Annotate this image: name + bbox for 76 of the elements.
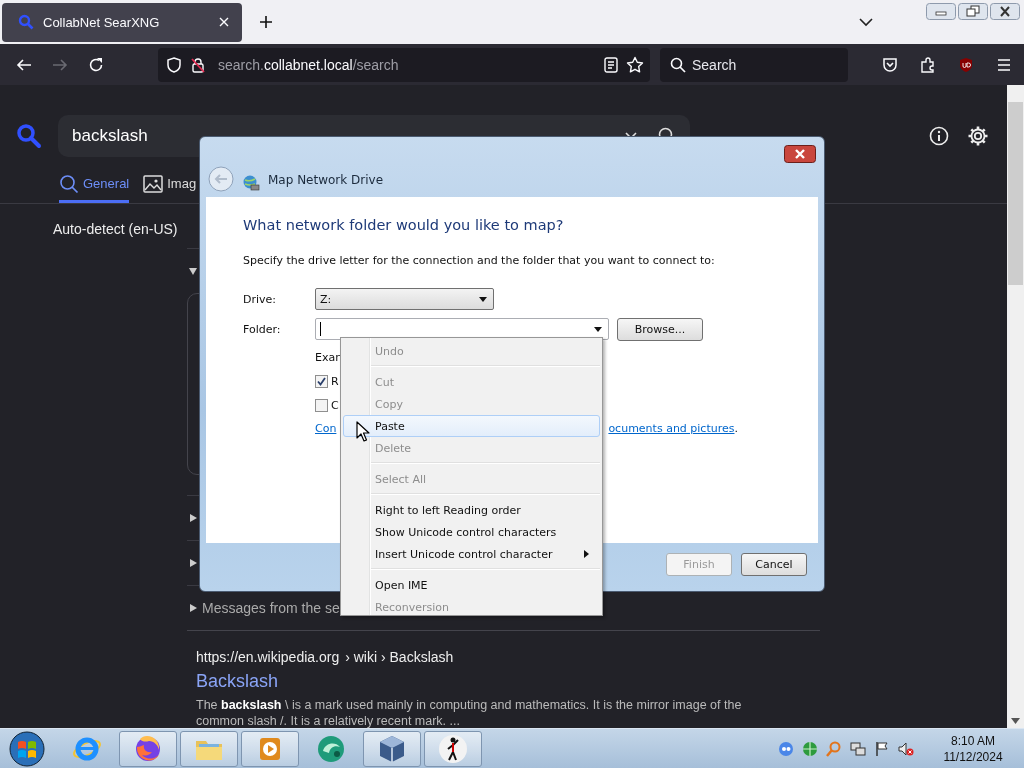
reader-view-icon[interactable] [604,56,618,73]
scrollbar[interactable] [1007,85,1024,728]
shield-badge-icon[interactable] [958,56,974,73]
tab-title: CollabNet SearXNG [43,14,161,30]
menu-item[interactable]: Insert Unicode control character [343,543,600,565]
menu-icon[interactable] [996,56,1012,73]
scroll-down-arrow-icon[interactable] [1011,718,1020,724]
instruction-text: Specify the drive letter for the connection and the folder that you want to connect to: [243,254,716,267]
result-title[interactable]: Backslash [196,671,820,692]
clock-date[interactable]: 11/12/2024 [930,748,1016,765]
section-title[interactable]: Messages from the se [202,600,340,616]
result-url[interactable]: https://en.wikipedia.org [196,649,340,665]
scrollbar-thumb[interactable] [1008,102,1023,285]
chevron-down-icon[interactable] [859,17,873,27]
link[interactable]: Con [315,422,337,435]
search-logo-icon[interactable] [16,123,42,149]
close-icon[interactable] [784,145,816,163]
caret-icon [479,296,487,302]
start-orb-icon[interactable] [8,729,46,768]
dialog-title: Map Network Drive [268,173,384,187]
star-icon[interactable] [626,55,644,74]
triangle-down-icon[interactable] [188,266,198,276]
back-arrow-icon[interactable] [16,56,32,73]
shield-icon [166,56,182,73]
instruction-heading: What network folder would you like to map? [243,217,565,233]
browse-button[interactable]: Browse... [617,317,703,341]
browser-tab[interactable]: CollabNet SearXNG [2,2,242,42]
triangle-right-icon[interactable] [188,603,198,613]
pocket-icon[interactable] [882,56,898,73]
taskbar-button[interactable] [424,730,482,767]
info-icon[interactable] [929,126,949,146]
search-icon [59,173,79,194]
menu-item[interactable]: Open IME [343,574,600,596]
network-icon[interactable] [850,740,866,757]
lock-icon [190,56,206,73]
triangle-right-icon[interactable] [188,513,198,523]
network-drive-icon [242,174,260,192]
drive-dropdown[interactable]: Z: [315,288,494,310]
checkbox-label: R [331,375,339,388]
checkbox[interactable] [315,375,328,388]
folder-field[interactable] [315,318,609,340]
category-tab[interactable]: Imag [143,173,197,203]
category-tab[interactable]: General [59,173,130,203]
menu-item[interactable]: Show Unicode control characters [343,521,600,543]
cursor-icon [356,421,370,442]
language-label[interactable]: Auto-detect (en-US) [53,221,187,237]
search-icon [18,14,34,30]
puzzle-icon[interactable] [920,56,936,73]
checkbox[interactable] [315,399,328,412]
period-text: . [734,422,738,435]
image-icon [143,174,164,193]
address-bar[interactable]: search.collabnet.local/search [158,47,650,82]
menu-item[interactable]: Right to left Reading order [343,499,600,521]
restore-icon[interactable] [958,3,988,20]
result-snippet: The backslash \ is a mark used mainly in computing and mathematics. It is the mirror image of the common slash /. It is a relatively recent mark. ... [196,697,743,728]
url-text: search.collabnet.local/search [218,56,399,73]
search-icon [670,56,686,73]
triangle-right-icon[interactable] [188,558,198,568]
reload-icon[interactable] [88,56,104,73]
field-label: Folder: [243,322,282,336]
result-path: › wiki › Backslash [345,649,454,665]
flag-icon[interactable] [874,740,890,757]
clock-time[interactable]: 8:10 AM [930,732,1016,749]
stick-figure-icon [437,732,469,765]
plus-icon[interactable] [259,15,273,29]
close-icon[interactable] [990,3,1020,20]
bubble-icon[interactable] [778,740,794,757]
field-label: Drive: [243,292,278,306]
cancel-button[interactable]: Cancel [741,552,807,576]
speaker-muted-icon[interactable] [898,740,914,757]
menu-item[interactable]: Paste [343,415,600,437]
submenu-arrow-icon [584,550,589,558]
settings-icon[interactable] [967,125,989,147]
checkbox-label: C [331,399,339,412]
caret-icon [594,326,602,332]
search-field[interactable]: Search [660,47,848,82]
